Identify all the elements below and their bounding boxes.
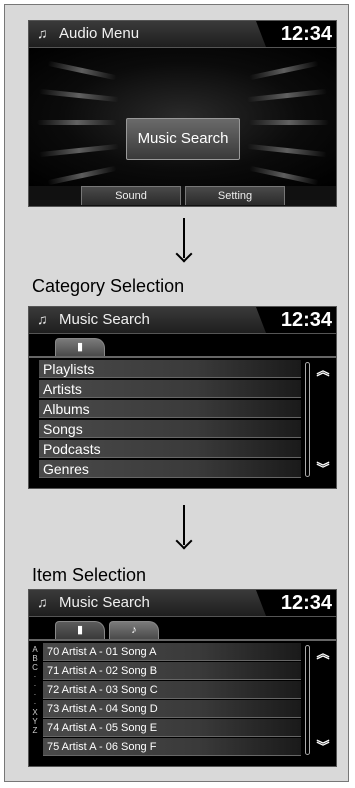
light-stripe <box>246 143 328 158</box>
music-note-icon: ♫ <box>37 594 48 610</box>
alpha-letter: Z <box>32 726 38 735</box>
light-stripe <box>47 60 117 81</box>
clock-area: 12:34 <box>256 590 336 616</box>
list-item[interactable]: Songs <box>39 420 301 438</box>
item-list: A B C · · · · X Y Z 70 Artist A - 01 Son… <box>29 639 336 766</box>
audio-menu-background: Music Search <box>29 48 336 186</box>
music-note-icon: ♫ <box>37 25 48 41</box>
alpha-letter: · <box>33 672 37 681</box>
alpha-letter: Y <box>32 717 38 726</box>
screen-title: Music Search <box>59 594 150 611</box>
music-note-icon: ♪ <box>131 624 137 636</box>
tabs-row: ▮ ♪ <box>29 617 336 639</box>
clock: 12:34 <box>280 592 332 614</box>
music-note-icon: ♫ <box>37 311 48 327</box>
light-stripe <box>47 165 117 186</box>
clock-area: 12:34 <box>256 21 336 47</box>
sound-button[interactable]: Sound <box>81 186 181 205</box>
category-selection-caption: Category Selection <box>32 276 185 296</box>
music-search-button[interactable]: Music Search <box>126 118 240 160</box>
tab-ipod[interactable]: ▮ <box>55 621 105 639</box>
light-stripe <box>249 120 329 125</box>
light-stripe <box>249 60 319 81</box>
scrollbar[interactable] <box>305 362 310 477</box>
list-item[interactable]: 71 Artist A - 02 Song B <box>43 662 301 680</box>
alpha-letter: C <box>32 663 38 672</box>
category-selection-screen: ♫ Music Search 12:34 ▮ Playlists Artists… <box>28 306 337 489</box>
alpha-letter: · <box>33 699 37 708</box>
list-item[interactable]: Genres <box>39 460 301 478</box>
tab-ipod[interactable]: ▮ <box>55 338 105 356</box>
list-item[interactable]: 72 Artist A - 03 Song C <box>43 681 301 699</box>
clock: 12:34 <box>280 23 332 45</box>
title-bar: ♫ Music Search 12:34 <box>29 307 336 334</box>
setting-button[interactable]: Setting <box>185 186 285 205</box>
chevron-up-icon[interactable]: ︽ <box>316 647 330 661</box>
audio-menu-screen: ♫ Audio Menu 12:34 Music Search Sound Se… <box>28 20 337 207</box>
chevron-down-icon[interactable]: ︾ <box>316 740 330 754</box>
ipod-icon: ▮ <box>76 624 84 636</box>
alpha-letter: B <box>32 654 38 663</box>
clock-area: 12:34 <box>256 307 336 333</box>
list-item[interactable]: Artists <box>39 380 301 398</box>
tab-songs[interactable]: ♪ <box>109 621 159 639</box>
softkey-bar: Sound Setting <box>29 186 336 206</box>
category-list: Playlists Artists Albums Songs Podcasts … <box>29 356 336 488</box>
list-item[interactable]: Albums <box>39 400 301 418</box>
light-stripe <box>38 143 120 158</box>
list-item[interactable]: 70 Artist A - 01 Song A <box>43 643 301 661</box>
item-selection-caption: Item Selection <box>32 565 147 585</box>
alpha-index[interactable]: A B C · · · · X Y Z <box>31 645 39 735</box>
alpha-letter: · <box>33 681 37 690</box>
alpha-letter: · <box>33 690 37 699</box>
list-item[interactable]: 75 Artist A - 06 Song F <box>43 738 301 756</box>
alpha-letter: X <box>32 708 38 717</box>
list-item[interactable]: Podcasts <box>39 440 301 458</box>
list-item[interactable]: Playlists <box>39 360 301 378</box>
light-stripe <box>246 88 328 103</box>
screen-title: Music Search <box>59 311 150 328</box>
title-bar: ♫ Audio Menu 12:34 <box>29 21 336 48</box>
scrollbar[interactable] <box>305 645 310 755</box>
clock: 12:34 <box>280 309 332 331</box>
light-stripe <box>249 165 319 186</box>
chevron-down-icon[interactable]: ︾ <box>316 462 330 476</box>
ipod-icon: ▮ <box>76 341 84 353</box>
tabs-row: ▮ <box>29 334 336 356</box>
light-stripe <box>38 88 120 103</box>
list-item[interactable]: 74 Artist A - 05 Song E <box>43 719 301 737</box>
screen-title: Audio Menu <box>59 25 140 42</box>
chevron-up-icon[interactable]: ︽ <box>316 364 330 378</box>
light-stripe <box>37 120 117 125</box>
item-selection-screen: ♫ Music Search 12:34 ▮ ♪ A B C · · · · X… <box>28 589 337 767</box>
title-bar: ♫ Music Search 12:34 <box>29 590 336 617</box>
alpha-letter: A <box>32 645 38 654</box>
list-item[interactable]: 73 Artist A - 04 Song D <box>43 700 301 718</box>
